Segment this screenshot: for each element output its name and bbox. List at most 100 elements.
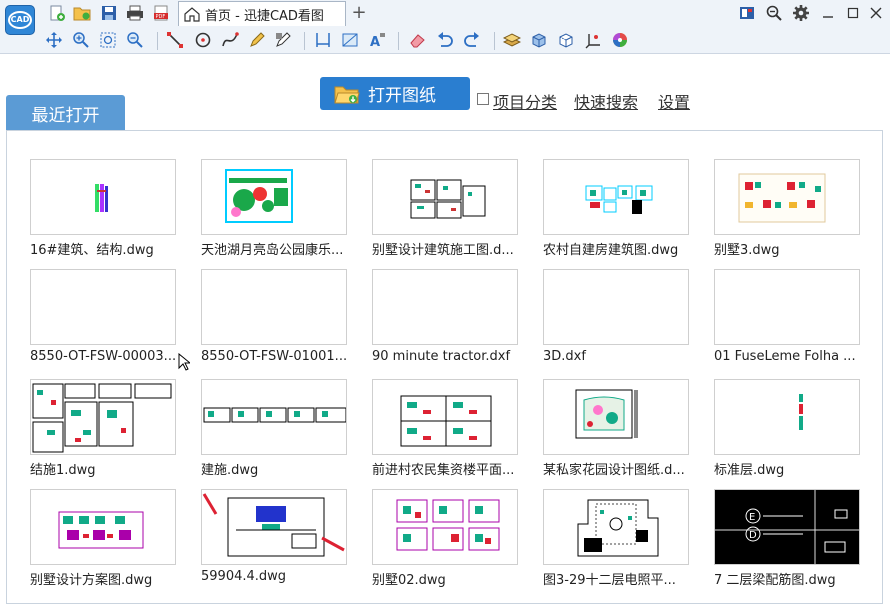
new-file-icon[interactable] [48,4,66,22]
recent-file-card[interactable]: 别墅设计建筑施工图.d... [372,159,544,269]
file-thumbnail[interactable] [543,489,689,565]
file-thumbnail[interactable] [201,269,347,345]
file-thumbnail[interactable] [201,379,347,455]
quick-search-link[interactable]: 快速搜索 [574,89,638,113]
recent-file-card[interactable]: 8550-OT-FSW-01001... [201,269,373,379]
file-name[interactable]: 01 FuseLeme Folha ... [714,349,874,364]
file-name[interactable]: 7 二层梁配筋图.dwg [714,569,874,588]
recent-file-card[interactable]: 建施.dwg [201,379,373,489]
recent-file-card[interactable]: 结施1.dwg [30,379,202,489]
recent-file-card[interactable]: 别墅3.dwg [714,159,886,269]
file-name[interactable]: 某私家花园设计图纸.d... [543,459,703,478]
layer-icon[interactable] [502,30,522,50]
add-tab-button[interactable]: + [350,3,368,23]
file-name[interactable]: 别墅设计方案图.dwg [30,569,190,588]
maximize-icon[interactable] [843,4,863,22]
file-name[interactable]: 8550-OT-FSW-01001... [201,349,361,364]
file-thumbnail[interactable] [543,159,689,235]
settings-link[interactable]: 设置 [658,89,690,113]
eraser-icon[interactable] [407,30,427,50]
file-name[interactable]: 16#建筑、结构.dwg [30,239,190,258]
recent-file-card[interactable]: 16#建筑、结构.dwg [30,159,202,269]
file-thumbnail[interactable] [30,489,176,565]
file-thumbnail[interactable] [714,379,860,455]
circle-icon[interactable] [193,30,213,50]
file-name[interactable]: 别墅02.dwg [372,569,532,588]
file-name[interactable]: 别墅3.dwg [714,239,874,258]
file-name[interactable]: 8550-OT-FSW-00003... [30,349,190,364]
recent-file-card[interactable]: ED 7 二层梁配筋图.dwg [714,489,886,599]
curve-icon[interactable] [220,30,240,50]
file-thumbnail[interactable] [372,489,518,565]
color-wheel-icon[interactable] [610,30,630,50]
recent-file-card[interactable]: 农村自建房建筑图.dwg [543,159,715,269]
tab-recent[interactable]: 最近打开 [6,95,125,131]
recent-file-card[interactable]: 59904.4.dwg [201,489,373,599]
file-thumbnail[interactable]: ED [714,489,860,565]
file-name[interactable]: 3D.dxf [543,349,703,364]
save-icon[interactable] [100,4,118,22]
file-name[interactable]: 前进村农民集资楼平面... [372,459,532,478]
category-label[interactable]: 项目分类 [493,89,557,113]
file-thumbnail[interactable] [543,269,689,345]
category-checkbox[interactable] [477,93,489,105]
text-style-icon[interactable]: A [367,30,387,50]
area-icon[interactable] [340,30,360,50]
text-edit-icon[interactable] [273,30,293,50]
file-thumbnail[interactable] [30,379,176,455]
tab-home[interactable]: 首页 - 迅捷CAD看图 [178,1,346,26]
layout-icon[interactable] [737,4,757,22]
file-thumbnail[interactable] [201,159,347,235]
file-thumbnail[interactable] [372,159,518,235]
zoom-window-icon[interactable] [98,30,118,50]
recent-file-card[interactable]: 标准层.dwg [714,379,886,489]
line-icon[interactable] [165,30,185,50]
file-name[interactable]: 标准层.dwg [714,459,874,478]
pdf-icon[interactable]: PDF [152,4,170,22]
zoom-in-icon[interactable] [71,30,91,50]
undo-icon[interactable] [435,30,455,50]
file-thumbnail[interactable] [201,489,347,565]
axis-icon[interactable] [583,30,603,50]
file-thumbnail[interactable] [30,159,176,235]
file-thumbnail[interactable] [714,269,860,345]
measure-icon[interactable] [313,30,333,50]
recent-file-card[interactable]: 前进村农民集资楼平面... [372,379,544,489]
3d-view-icon[interactable] [556,30,576,50]
file-name[interactable]: 59904.4.dwg [201,569,361,584]
recent-file-card[interactable]: 01 FuseLeme Folha ... [714,269,886,379]
recent-file-card[interactable]: 8550-OT-FSW-00003... [30,269,202,379]
zoom-icon[interactable] [764,4,784,22]
file-name[interactable]: 图3-29十二层电照平... [543,569,703,588]
minimize-icon[interactable] [818,4,838,22]
pencil-icon[interactable] [247,30,267,50]
file-thumbnail[interactable] [714,159,860,235]
recent-file-card[interactable]: 天池湖月亮岛公园康乐... [201,159,373,269]
app-logo[interactable]: CAD [5,5,35,35]
zoom-out-icon[interactable] [125,30,145,50]
print-icon[interactable] [126,4,144,22]
redo-icon[interactable] [462,30,482,50]
file-name[interactable]: 90 minute tractor.dxf [372,349,532,364]
file-thumbnail[interactable] [30,269,176,345]
recent-file-card[interactable]: 别墅设计方案图.dwg [30,489,202,599]
recent-file-card[interactable]: 图3-29十二层电照平... [543,489,715,599]
file-name[interactable]: 农村自建房建筑图.dwg [543,239,703,258]
close-icon[interactable] [866,4,886,22]
open-folder-icon[interactable] [73,4,91,22]
file-name[interactable]: 别墅设计建筑施工图.d... [372,239,532,258]
pan-icon[interactable] [44,30,64,50]
file-name[interactable]: 结施1.dwg [30,459,190,478]
file-thumbnail[interactable] [543,379,689,455]
settings-gear-icon[interactable] [791,4,811,22]
file-thumbnail[interactable] [372,269,518,345]
recent-file-card[interactable]: 90 minute tractor.dxf [372,269,544,379]
file-name[interactable]: 建施.dwg [201,459,361,478]
open-drawing-button[interactable]: 打开图纸 [320,77,470,110]
recent-file-card[interactable]: 3D.dxf [543,269,715,379]
recent-file-card[interactable]: 别墅02.dwg [372,489,544,599]
file-name[interactable]: 天池湖月亮岛公园康乐... [201,239,361,258]
recent-file-card[interactable]: 某私家花园设计图纸.d... [543,379,715,489]
file-thumbnail[interactable] [372,379,518,455]
3d-box-icon[interactable] [529,30,549,50]
